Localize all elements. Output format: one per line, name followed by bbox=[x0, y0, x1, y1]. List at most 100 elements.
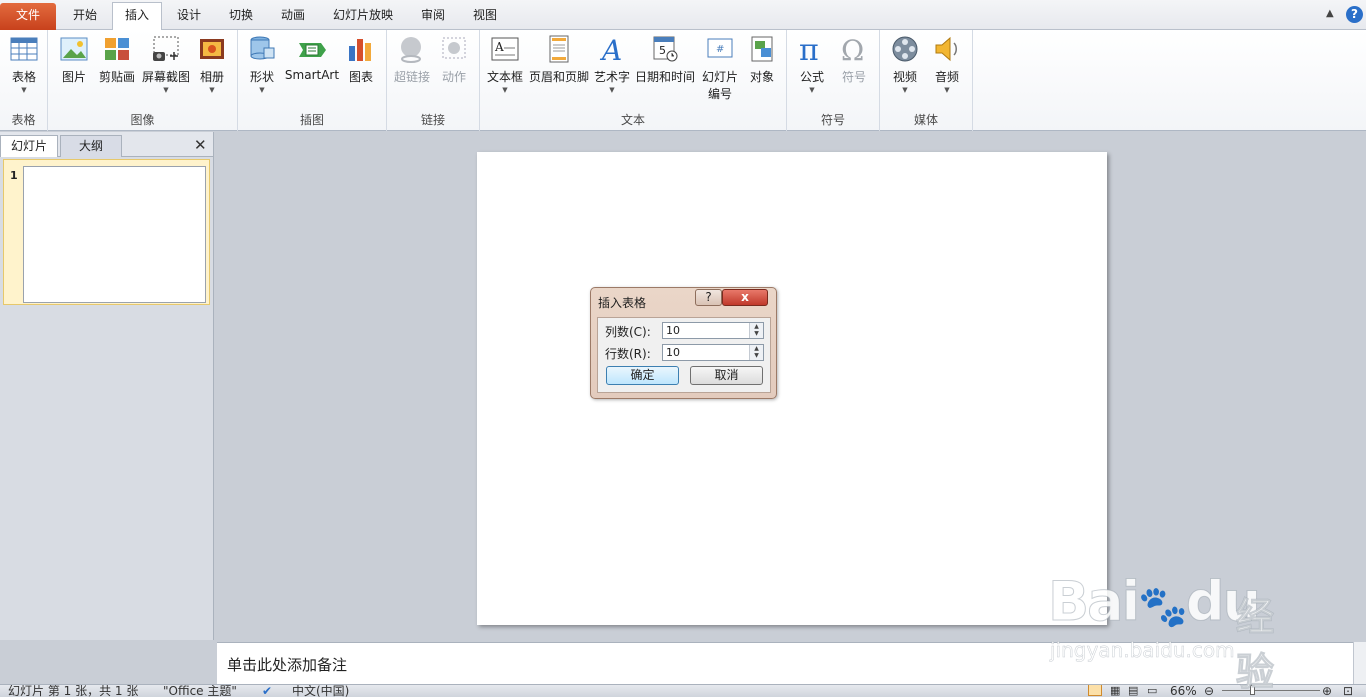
tab-transitions[interactable]: 切换 bbox=[216, 3, 266, 30]
hyperlink-button[interactable]: 超链接 bbox=[391, 32, 433, 85]
ribbon: 表格 ▼ 表格 图片 剪贴画 屏幕截图 ▼ 相册 ▼ 图像 形状 ▼ Smart… bbox=[0, 30, 1366, 131]
svg-text:5: 5 bbox=[659, 44, 666, 57]
rows-input[interactable]: 10 ▲ ▼ bbox=[662, 344, 764, 361]
zoom-level[interactable]: 66% bbox=[1170, 685, 1197, 697]
picture-icon bbox=[58, 34, 90, 64]
svg-text:#: # bbox=[716, 44, 724, 55]
group-label-media: 媒体 bbox=[913, 113, 938, 127]
dialog-close-button[interactable]: x bbox=[722, 289, 768, 306]
picture-button[interactable]: 图片 bbox=[56, 32, 92, 85]
group-label-text: 文本 bbox=[620, 113, 645, 127]
zoom-out-icon[interactable]: ⊖ bbox=[1204, 685, 1214, 697]
slide-canvas[interactable] bbox=[477, 152, 1107, 625]
close-icon[interactable]: ✕ bbox=[194, 136, 207, 154]
header-footer-button[interactable]: 页眉和页脚 bbox=[528, 32, 590, 85]
action-icon bbox=[438, 34, 470, 64]
wordart-icon: A bbox=[596, 34, 628, 67]
slideshow-icon[interactable]: ▭ bbox=[1147, 685, 1157, 697]
minimize-ribbon-icon[interactable]: ▲ bbox=[1326, 8, 1334, 19]
rows-spinner[interactable]: ▲ ▼ bbox=[749, 345, 763, 360]
symbol-button[interactable]: Ω 符号 bbox=[835, 32, 873, 85]
slide-number-button[interactable]: # 幻灯片 编号 bbox=[698, 32, 742, 102]
tab-slides[interactable]: 幻灯片 bbox=[0, 135, 59, 157]
smartart-button[interactable]: SmartArt bbox=[284, 32, 340, 82]
tab-design[interactable]: 设计 bbox=[164, 3, 214, 30]
ok-button[interactable]: 确定 bbox=[606, 366, 679, 385]
group-symbol: π 公式 ▼ Ω 符号 符号 bbox=[787, 30, 880, 131]
tab-insert[interactable]: 插入 bbox=[112, 2, 162, 31]
slide-number-icon: # bbox=[704, 34, 736, 64]
dialog-help-button[interactable]: ? bbox=[695, 289, 722, 306]
slide-pane-tabs: 幻灯片 大纲 ✕ bbox=[0, 132, 213, 157]
help-icon[interactable]: ? bbox=[1346, 6, 1363, 23]
rows-label: 行数(R): bbox=[605, 347, 651, 361]
action-button[interactable]: 动作 bbox=[435, 32, 473, 85]
svg-text:A: A bbox=[494, 40, 504, 54]
tab-outline[interactable]: 大纲 bbox=[60, 135, 123, 157]
slide-sorter-icon[interactable]: ▦ bbox=[1110, 685, 1120, 697]
screenshot-button[interactable]: 屏幕截图 ▼ bbox=[140, 32, 192, 95]
shapes-icon bbox=[246, 34, 278, 64]
album-button[interactable]: 相册 ▼ bbox=[194, 32, 230, 95]
object-icon bbox=[746, 34, 778, 64]
table-icon bbox=[8, 34, 40, 64]
calendar-icon: 5 bbox=[649, 34, 681, 64]
wordart-button[interactable]: A 艺术字 ▼ bbox=[592, 32, 632, 95]
textbox-button[interactable]: A 文本框 ▼ bbox=[484, 32, 526, 95]
group-label-link: 链接 bbox=[420, 113, 445, 127]
audio-button[interactable]: 音频 ▼ bbox=[928, 32, 966, 95]
tab-file[interactable]: 文件 bbox=[0, 3, 56, 30]
clipart-button[interactable]: 剪贴画 bbox=[96, 32, 138, 85]
object-button[interactable]: 对象 bbox=[744, 32, 780, 85]
svg-text:π: π bbox=[799, 34, 819, 64]
zoom-in-icon[interactable]: ⊕ bbox=[1322, 685, 1332, 697]
ribbon-tab-bar: 文件 开始 插入 设计 切换 动画 幻灯片放映 审阅 视图 ▲ ? bbox=[0, 0, 1366, 31]
cancel-button[interactable]: 取消 bbox=[690, 366, 763, 385]
group-image: 图片 剪贴画 屏幕截图 ▼ 相册 ▼ 图像 bbox=[48, 30, 238, 131]
table-button[interactable]: 表格 ▼ bbox=[6, 32, 42, 95]
tab-home[interactable]: 开始 bbox=[60, 3, 110, 30]
clipart-icon bbox=[101, 34, 133, 64]
spellcheck-icon[interactable]: ✔ bbox=[262, 685, 272, 697]
datetime-button[interactable]: 5 日期和时间 bbox=[634, 32, 696, 85]
video-button[interactable]: 视频 ▼ bbox=[886, 32, 924, 95]
notes-scrollbar[interactable] bbox=[1353, 642, 1366, 684]
slide-thumbnail-item[interactable]: 1 bbox=[3, 159, 210, 305]
columns-spinner[interactable]: ▲ ▼ bbox=[749, 323, 763, 338]
columns-input[interactable]: 10 ▲ ▼ bbox=[662, 322, 764, 339]
normal-view-icon[interactable] bbox=[1088, 685, 1102, 696]
dialog-body: 列数(C): 10 ▲ ▼ 行数(R): 10 ▲ ▼ 确定 取消 bbox=[597, 317, 771, 393]
dialog-title: 插入表格 bbox=[598, 296, 647, 310]
shape-button[interactable]: 形状 ▼ bbox=[244, 32, 280, 95]
zoom-slider-thumb[interactable] bbox=[1250, 685, 1255, 695]
bar-chart-icon bbox=[345, 34, 377, 64]
chart-button[interactable]: 图表 bbox=[342, 32, 380, 85]
status-bar: 幻灯片 第 1 张，共 1 张 "Office 主题" ✔ 中文(中国) ▦ ▤… bbox=[0, 684, 1366, 697]
zoom-slider[interactable] bbox=[1222, 690, 1320, 691]
reading-view-icon[interactable]: ▤ bbox=[1128, 685, 1138, 697]
theme-name[interactable]: "Office 主题" bbox=[163, 685, 237, 697]
equation-button[interactable]: π 公式 ▼ bbox=[793, 32, 831, 95]
svg-text:A: A bbox=[599, 34, 622, 64]
tab-animations[interactable]: 动画 bbox=[268, 3, 318, 30]
fit-slide-icon[interactable]: ⊡ bbox=[1343, 685, 1353, 697]
omega-icon: Ω bbox=[838, 34, 870, 67]
pi-icon: π bbox=[796, 33, 828, 68]
group-illustration: 形状 ▼ SmartArt 图表 插图 bbox=[238, 30, 387, 131]
group-label-illustration: 插图 bbox=[299, 113, 324, 127]
slide-editor bbox=[217, 132, 1366, 640]
hyperlink-icon bbox=[396, 34, 428, 64]
tab-slideshow[interactable]: 幻灯片放映 bbox=[322, 3, 404, 30]
tab-review[interactable]: 审阅 bbox=[408, 3, 458, 30]
language[interactable]: 中文(中国) bbox=[292, 685, 349, 697]
group-label-table: 表格 bbox=[11, 113, 36, 127]
notes-placeholder: 单击此处添加备注 bbox=[227, 656, 348, 674]
film-reel-icon bbox=[889, 34, 921, 64]
slide-pane: 幻灯片 大纲 ✕ 1 bbox=[0, 132, 214, 640]
slide-thumbnail[interactable] bbox=[23, 166, 206, 303]
tab-view[interactable]: 视图 bbox=[460, 3, 510, 30]
notes-pane[interactable]: 单击此处添加备注 bbox=[217, 642, 1353, 684]
group-label-symbol: 符号 bbox=[820, 113, 845, 127]
header-footer-icon bbox=[543, 34, 575, 64]
svg-text:Ω: Ω bbox=[841, 34, 864, 64]
